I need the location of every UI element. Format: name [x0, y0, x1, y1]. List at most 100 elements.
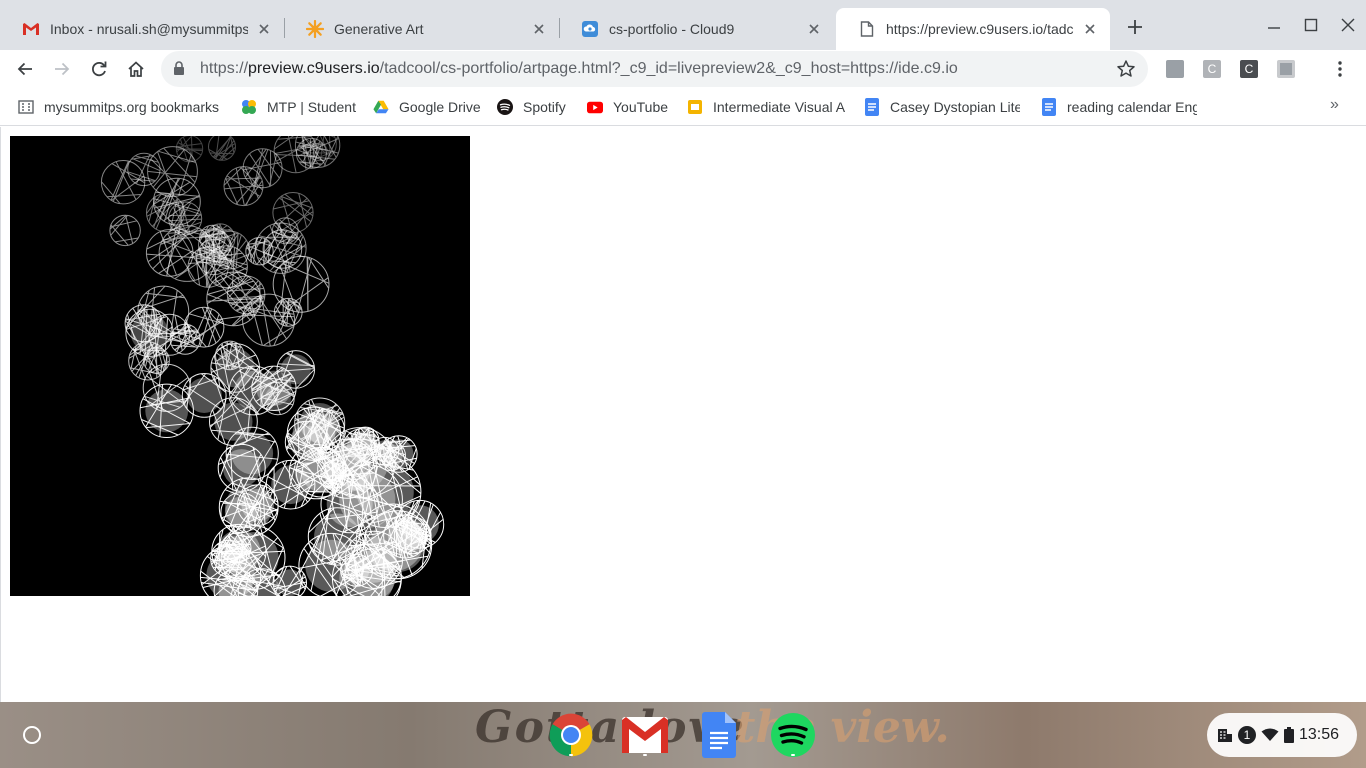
gmail-icon — [22, 20, 40, 38]
generative-art-canvas[interactable] — [10, 136, 470, 596]
wifi-icon — [1261, 728, 1279, 741]
notification-count-badge: 1 — [1238, 726, 1256, 744]
hatched-circle — [100, 160, 146, 205]
hatched-circle — [228, 365, 279, 416]
running-indicator — [791, 754, 795, 756]
url-path: /tadcool/cs-portfolio/artpage.html?_c9_i… — [379, 60, 958, 77]
bookmark-youtube[interactable]: YouTube — [587, 97, 668, 117]
tab-strip: Inbox - nrusali.sh@mysummitps.org Genera… — [0, 0, 1366, 50]
hatched-circle — [272, 255, 330, 313]
forward-button[interactable] — [48, 55, 76, 83]
plus-icon — [1128, 20, 1142, 34]
hatched-circle — [183, 306, 225, 348]
sun-icon — [306, 20, 324, 38]
tab-generative-art[interactable]: Generative Art — [284, 8, 559, 50]
clock-time: 13:56 — [1299, 726, 1340, 743]
page-viewport — [0, 127, 1366, 702]
bookmark-casey-dystopian[interactable]: Casey Dystopian Literature — [864, 97, 1020, 117]
mtp-icon — [241, 99, 257, 115]
running-indicator — [569, 754, 573, 756]
generative-art-drawing — [100, 136, 445, 596]
google-docs-icon — [702, 712, 736, 758]
arrow-left-icon — [17, 62, 32, 76]
bookmark-star-icon[interactable] — [1116, 59, 1136, 84]
google-drive-icon — [373, 99, 389, 115]
hatched-circle — [217, 443, 266, 492]
cloud9-icon — [581, 20, 599, 38]
tab-preview-active[interactable]: https://preview.c9users.io/tadcool — [836, 8, 1110, 50]
close-tab-icon[interactable] — [256, 21, 272, 37]
bookmark-google-drive[interactable]: Google Drive — [373, 97, 481, 117]
bookmark-spotify[interactable]: Spotify — [497, 97, 566, 117]
page-icon — [858, 20, 876, 38]
more-vertical-icon — [1338, 61, 1342, 77]
lock-icon[interactable] — [173, 61, 185, 81]
extension-c-dark-icon[interactable]: C — [1240, 60, 1258, 78]
hatched-circle — [208, 136, 236, 161]
hatched-circle — [146, 193, 185, 233]
extension-grey-icon[interactable] — [1166, 60, 1184, 78]
close-window-button[interactable] — [1337, 14, 1359, 36]
building-icon — [18, 99, 34, 115]
spotify-icon — [771, 713, 815, 757]
extension-square-icon[interactable] — [1277, 60, 1295, 78]
hatched-circle — [393, 516, 432, 555]
launcher-circle-icon — [23, 726, 41, 744]
hatched-circle — [127, 152, 161, 187]
new-tab-button[interactable] — [1123, 15, 1147, 39]
maximize-icon — [1304, 18, 1318, 32]
close-tab-icon[interactable] — [1082, 21, 1098, 37]
docs-icon — [1041, 98, 1057, 116]
bookmark-folder-mysummitps[interactable]: mysummitps.org bookmarks — [18, 97, 219, 117]
minimize-icon — [1268, 27, 1280, 29]
arrow-right-icon — [55, 62, 70, 76]
hatched-circle — [331, 464, 403, 536]
hatched-circle — [375, 440, 407, 472]
reload-icon — [92, 61, 107, 77]
tab-gmail-inbox[interactable]: Inbox - nrusali.sh@mysummitps.org — [0, 8, 284, 50]
back-button[interactable] — [11, 55, 39, 83]
gmail-icon — [622, 717, 668, 753]
bookmark-mtp-student[interactable]: MTP | Student — [241, 97, 356, 117]
bookmark-intermediate-visual-art[interactable]: Intermediate Visual Art — [687, 97, 845, 117]
url-text[interactable]: https://preview.c9users.io/tadcool/cs-po… — [200, 60, 958, 78]
tab-cloud9[interactable]: cs-portfolio - Cloud9 — [559, 8, 834, 50]
shelf-app-chrome[interactable] — [547, 711, 595, 759]
shelf-app-google-docs[interactable] — [695, 711, 743, 759]
hatched-circle — [109, 214, 141, 247]
hatched-circle — [294, 397, 346, 449]
status-tray[interactable]: 1 13:56 — [1207, 713, 1357, 757]
browser-toolbar: https://preview.c9users.io/tadcool/cs-po… — [0, 50, 1366, 88]
docs-icon — [864, 98, 880, 116]
youtube-icon — [587, 99, 603, 115]
close-tab-icon[interactable] — [806, 21, 822, 37]
shelf-app-spotify[interactable] — [769, 711, 817, 759]
wallpaper-text: the view. — [735, 702, 950, 753]
close-tab-icon[interactable] — [531, 21, 547, 37]
home-icon — [128, 61, 144, 77]
url-scheme: https:// — [200, 60, 249, 77]
slides-icon — [687, 99, 703, 115]
running-indicator — [643, 754, 647, 756]
battery-icon — [1284, 727, 1294, 743]
launcher-button[interactable] — [18, 721, 46, 749]
maximize-button[interactable] — [1300, 14, 1322, 36]
minimize-button[interactable] — [1263, 14, 1285, 36]
bookmarks-bar: mysummitps.org bookmarks MTP | Student G… — [0, 88, 1366, 126]
close-icon — [1341, 18, 1355, 32]
shelf-app-gmail[interactable] — [621, 711, 669, 759]
home-button[interactable] — [122, 55, 150, 83]
chrome-icon — [549, 713, 593, 757]
extension-c-light-icon[interactable]: C — [1203, 60, 1221, 78]
hatched-circle — [147, 146, 198, 197]
url-host: preview.c9users.io — [248, 60, 380, 77]
spotify-icon — [497, 99, 513, 115]
bookmark-reading-calendar[interactable]: reading calendar English — [1041, 97, 1197, 117]
hatched-circle — [237, 484, 279, 527]
hatched-circle — [139, 383, 194, 438]
hatched-circle — [211, 523, 267, 580]
browser-menu-button[interactable] — [1326, 55, 1354, 83]
reload-button[interactable] — [85, 55, 113, 83]
address-bar[interactable]: https://preview.c9users.io/tadcool/cs-po… — [161, 51, 1148, 87]
bookmarks-overflow-button[interactable]: » — [1330, 96, 1339, 114]
